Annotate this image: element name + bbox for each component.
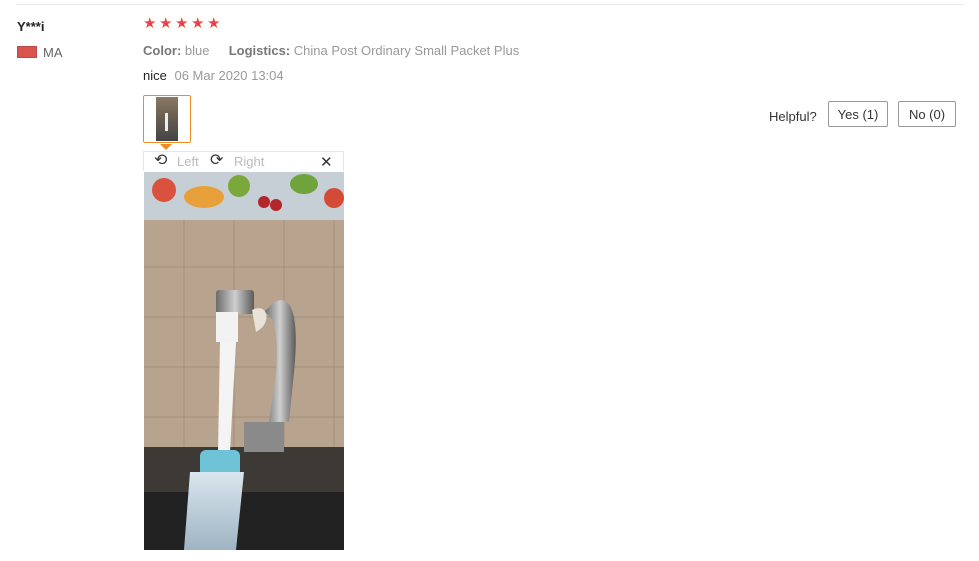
logistics-value: China Post Ordinary Small Packet Plus: [293, 43, 520, 58]
logistics-key: Logistics:: [228, 43, 291, 58]
star-icon: ★: [207, 15, 221, 32]
order-attributes: Color: blue Logistics: China Post Ordina…: [143, 43, 519, 58]
thumbnail-image: [156, 97, 178, 141]
thumbnail-pointer: [160, 144, 172, 150]
color-value: blue: [184, 43, 210, 58]
star-icon: ★: [175, 15, 189, 32]
star-icon: ★: [159, 15, 173, 32]
star-icon: ★: [191, 15, 205, 32]
helpful-label: Helpful?: [769, 109, 817, 124]
review-photo: [144, 172, 344, 550]
helpful-yes-button[interactable]: Yes (1): [828, 101, 888, 127]
rotate-right-icon[interactable]: ⟳: [210, 153, 223, 169]
star-icon: ★: [143, 15, 157, 32]
review-date: 06 Mar 2020 13:04: [174, 68, 284, 83]
star-rating: ★ ★ ★ ★ ★: [143, 15, 221, 32]
country-flag-icon: [17, 46, 37, 58]
review-content: nice 06 Mar 2020 13:04: [143, 68, 284, 83]
rotate-left-button[interactable]: Left: [177, 154, 199, 169]
rotate-right-button[interactable]: Right: [234, 154, 264, 169]
reviewer-name: Y***i: [17, 19, 45, 34]
top-divider: [16, 4, 963, 5]
reviewer-country: MA: [43, 45, 63, 60]
color-key: Color:: [143, 43, 182, 58]
photo-thumbnail[interactable]: [143, 95, 191, 143]
review-text: nice: [143, 68, 167, 83]
image-viewer-toolbar: ⟲ Left ⟳ Right ✕: [143, 151, 344, 171]
helpful-no-button[interactable]: No (0): [898, 101, 956, 127]
close-icon[interactable]: ✕: [320, 153, 333, 171]
rotate-left-icon[interactable]: ⟲: [154, 153, 167, 169]
